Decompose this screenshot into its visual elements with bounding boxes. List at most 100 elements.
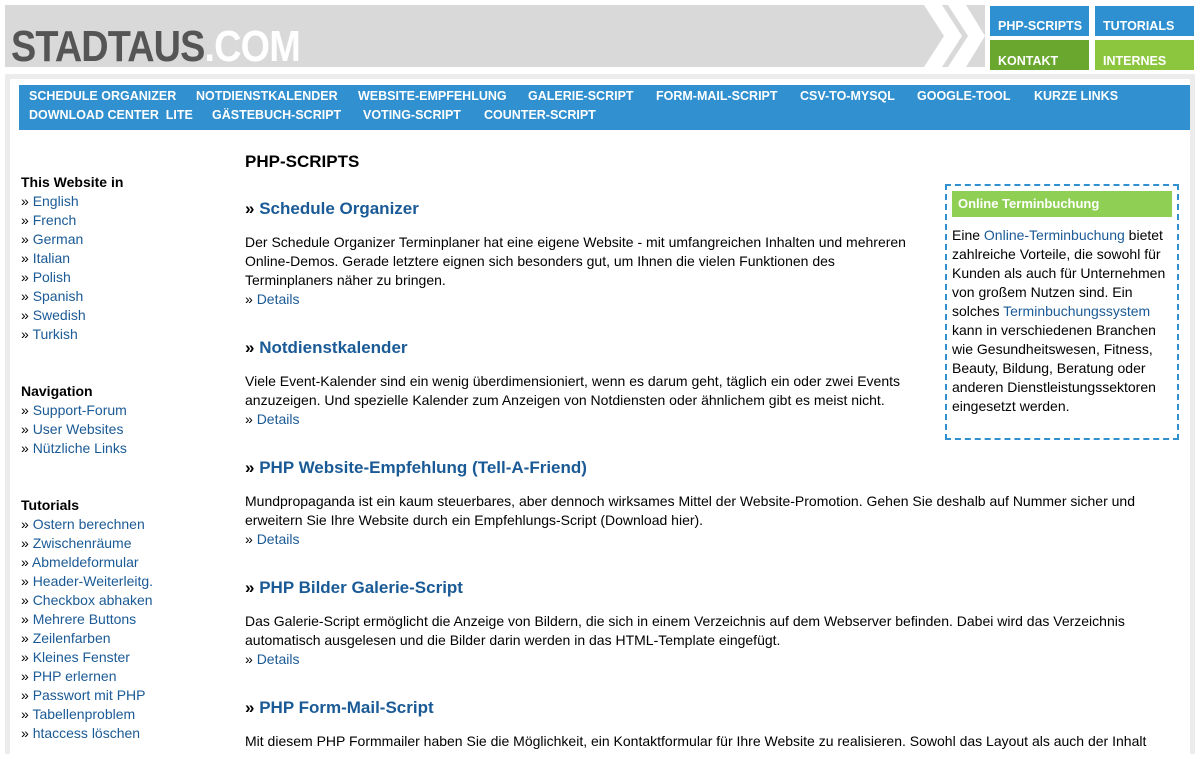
sidebar-item-label[interactable]: Tabellenproblem — [32, 706, 135, 722]
sidebar-item-polish[interactable]: » Polish — [21, 268, 71, 287]
sidebar-item-zwischenraeume[interactable]: » Zwischenräume — [21, 534, 132, 553]
article-title-website-empfehlung[interactable]: » PHP Website-Empfehlung (Tell-A-Friend) — [245, 458, 587, 478]
raquo-glyph: » — [21, 269, 29, 285]
sidebar-item-tabellenproblem[interactable]: » Tabellenproblem — [21, 705, 135, 724]
sidebar-item-english[interactable]: » English — [21, 192, 79, 211]
sidebar-item-label[interactable]: Passwort mit PHP — [33, 687, 146, 703]
raquo-glyph: » — [21, 592, 29, 608]
details-link-row[interactable]: » Details — [245, 410, 299, 429]
sidebar-item-label[interactable]: User Websites — [33, 421, 124, 437]
article-line: anzuzeigen. Und spezielle Kalender zum A… — [245, 392, 885, 408]
nav-galerie-script[interactable]: GALERIE-SCRIPT — [528, 88, 634, 105]
sidebar-item-label[interactable]: English — [33, 193, 79, 209]
content-inner: SCHEDULE ORGANIZER NOTDIENSTKALENDER WEB… — [10, 79, 1190, 759]
sidebar-item-label[interactable]: Polish — [33, 269, 71, 285]
sidebar-item-label[interactable]: Swedish — [33, 307, 86, 323]
sidebar-item-italian[interactable]: » Italian — [21, 249, 70, 268]
article-title-galerie-script[interactable]: » PHP Bilder Galerie-Script — [245, 578, 463, 598]
sidebar-item-label[interactable]: Nützliche Links — [33, 440, 127, 456]
sidebar-item-checkbox-abhaken[interactable]: » Checkbox abhaken — [21, 591, 153, 610]
sidebar-item-header-weiterleitung[interactable]: » Header-Weiterleitg. — [21, 572, 153, 591]
online-terminbuchung-link[interactable]: Online-Terminbuchung — [984, 227, 1125, 243]
sidebar-item-label[interactable]: Spanish — [33, 288, 84, 304]
raquo-glyph: » — [21, 687, 29, 703]
terminbuchungssystem-link[interactable]: Terminbuchungssystem — [1003, 303, 1150, 319]
nav-voting-script[interactable]: VOTING-SCRIPT — [363, 107, 461, 124]
raquo-glyph: » — [245, 698, 255, 717]
article-text: Mundpropaganda ist ein kaum steuerbares,… — [245, 492, 1170, 530]
details-link-row[interactable]: » Details — [245, 650, 299, 669]
sidebar-item-nuetzliche-links[interactable]: » Nützliche Links — [21, 439, 127, 458]
article-title-notdienstkalender[interactable]: » Notdienstkalender — [245, 338, 408, 358]
article-title-link[interactable]: Schedule Organizer — [259, 199, 419, 218]
nav-form-mail-script[interactable]: FORM-MAIL-SCRIPT — [656, 88, 778, 105]
topnav-kontakt[interactable]: KONTAKT — [990, 40, 1089, 70]
details-link-row[interactable]: » Details — [245, 530, 299, 549]
topnav-internes[interactable]: INTERNES — [1095, 40, 1194, 70]
raquo-glyph: » — [21, 706, 29, 722]
article-text: Viele Event-Kalender sind ein wenig über… — [245, 372, 925, 410]
details-link[interactable]: Details — [257, 411, 300, 427]
article-line: Das Galerie-Script ermöglicht die Anzeig… — [245, 613, 1125, 629]
nav-gaestebuch-script[interactable]: GÄSTEBUCH-SCRIPT — [212, 107, 341, 124]
sidebar-item-french[interactable]: » French — [21, 211, 76, 230]
article-title-link[interactable]: PHP Form-Mail-Script — [259, 698, 433, 717]
sidebar-item-label[interactable]: Support-Forum — [33, 402, 127, 418]
sidebar-item-kleines-fenster[interactable]: » Kleines Fenster — [21, 648, 130, 667]
raquo-glyph: » — [245, 578, 255, 597]
sidebar-item-label[interactable]: German — [33, 231, 84, 247]
sidebar-item-label[interactable]: Abmeldeformular — [32, 554, 139, 570]
sidebar-item-german[interactable]: » German — [21, 230, 83, 249]
sidebar-item-label[interactable]: htaccess löschen — [33, 725, 140, 741]
sidebar-item-php-erlernen[interactable]: » PHP erlernen — [21, 667, 116, 686]
sidebar-item-mehrere-buttons[interactable]: » Mehrere Buttons — [21, 610, 136, 629]
details-link[interactable]: Details — [257, 291, 300, 307]
sidebar-item-label[interactable]: Zwischenräume — [33, 535, 132, 551]
sidebar-item-label[interactable]: Ostern berechnen — [33, 516, 145, 532]
sidebar-item-ostern-berechnen[interactable]: » Ostern berechnen — [21, 515, 145, 534]
details-link-row[interactable]: » Details — [245, 290, 299, 309]
nav-csv-to-mysql[interactable]: CSV-TO-MYSQL — [800, 88, 895, 105]
sidebar-item-abmeldeformular[interactable]: » Abmeldeformular — [21, 553, 139, 572]
sidebar-item-htaccess-loeschen[interactable]: » htaccess löschen — [21, 724, 140, 743]
raquo-glyph: » — [21, 212, 29, 228]
article-title-link[interactable]: PHP Bilder Galerie-Script — [259, 578, 463, 597]
raquo-glyph: » — [21, 535, 29, 551]
article-title-schedule-organizer[interactable]: » Schedule Organizer — [245, 199, 419, 219]
sidebar-item-support-forum[interactable]: » Support-Forum — [21, 401, 127, 420]
nav-download-center-lite[interactable]: DOWNLOAD CENTER LITE — [29, 107, 193, 124]
sidebar-item-zeilenfarben[interactable]: » Zeilenfarben — [21, 629, 111, 648]
sidebar-item-label[interactable]: Checkbox abhaken — [33, 592, 153, 608]
topnav-php-scripts[interactable]: PHP-SCRIPTS — [990, 6, 1089, 36]
sidebar-item-spanish[interactable]: » Spanish — [21, 287, 83, 306]
nav-counter-script[interactable]: COUNTER-SCRIPT — [484, 107, 596, 124]
article-title-form-mail-script[interactable]: » PHP Form-Mail-Script — [245, 698, 434, 718]
sidebar-item-turkish[interactable]: » Turkish — [21, 325, 78, 344]
article-title-link[interactable]: Notdienstkalender — [259, 338, 407, 357]
article-line: Mundpropaganda ist ein kaum steuerbares,… — [245, 493, 1135, 509]
details-link[interactable]: Details — [257, 651, 300, 667]
nav-notdienstkalender[interactable]: NOTDIENSTKALENDER — [196, 88, 338, 105]
sidebar-item-label[interactable]: Italian — [33, 250, 70, 266]
nav-schedule-organizer[interactable]: SCHEDULE ORGANIZER — [29, 88, 176, 105]
article-title-link[interactable]: PHP Website-Empfehlung (Tell-A-Friend) — [259, 458, 587, 477]
sidebar-item-label[interactable]: Kleines Fenster — [33, 649, 130, 665]
topnav-tutorials[interactable]: TUTORIALS — [1095, 6, 1194, 36]
nav-kurze-links[interactable]: KURZE LINKS — [1034, 88, 1118, 105]
raquo-glyph: » — [21, 516, 29, 532]
details-link[interactable]: Details — [257, 531, 300, 547]
raquo-glyph: » — [21, 630, 29, 646]
sidebar-item-label[interactable]: French — [33, 212, 77, 228]
raquo-glyph: » — [245, 651, 253, 667]
nav-google-tool[interactable]: GOOGLE-TOOL — [917, 88, 1011, 105]
sidebar-item-swedish[interactable]: » Swedish — [21, 306, 86, 325]
sidebar-item-label[interactable]: PHP erlernen — [33, 668, 117, 684]
sidebar-item-user-websites[interactable]: » User Websites — [21, 420, 123, 439]
nav-website-empfehlung[interactable]: WEBSITE-EMPFEHLUNG — [358, 88, 507, 105]
sidebar-item-passwort-mit-php[interactable]: » Passwort mit PHP — [21, 686, 146, 705]
site-logo[interactable]: STADTAUS.COM — [11, 25, 301, 68]
sidebar-item-label[interactable]: Header-Weiterleitg. — [33, 573, 153, 589]
sidebar-item-label[interactable]: Mehrere Buttons — [33, 611, 137, 627]
sidebar-item-label[interactable]: Turkish — [32, 326, 77, 342]
sidebar-item-label[interactable]: Zeilenfarben — [33, 630, 111, 646]
